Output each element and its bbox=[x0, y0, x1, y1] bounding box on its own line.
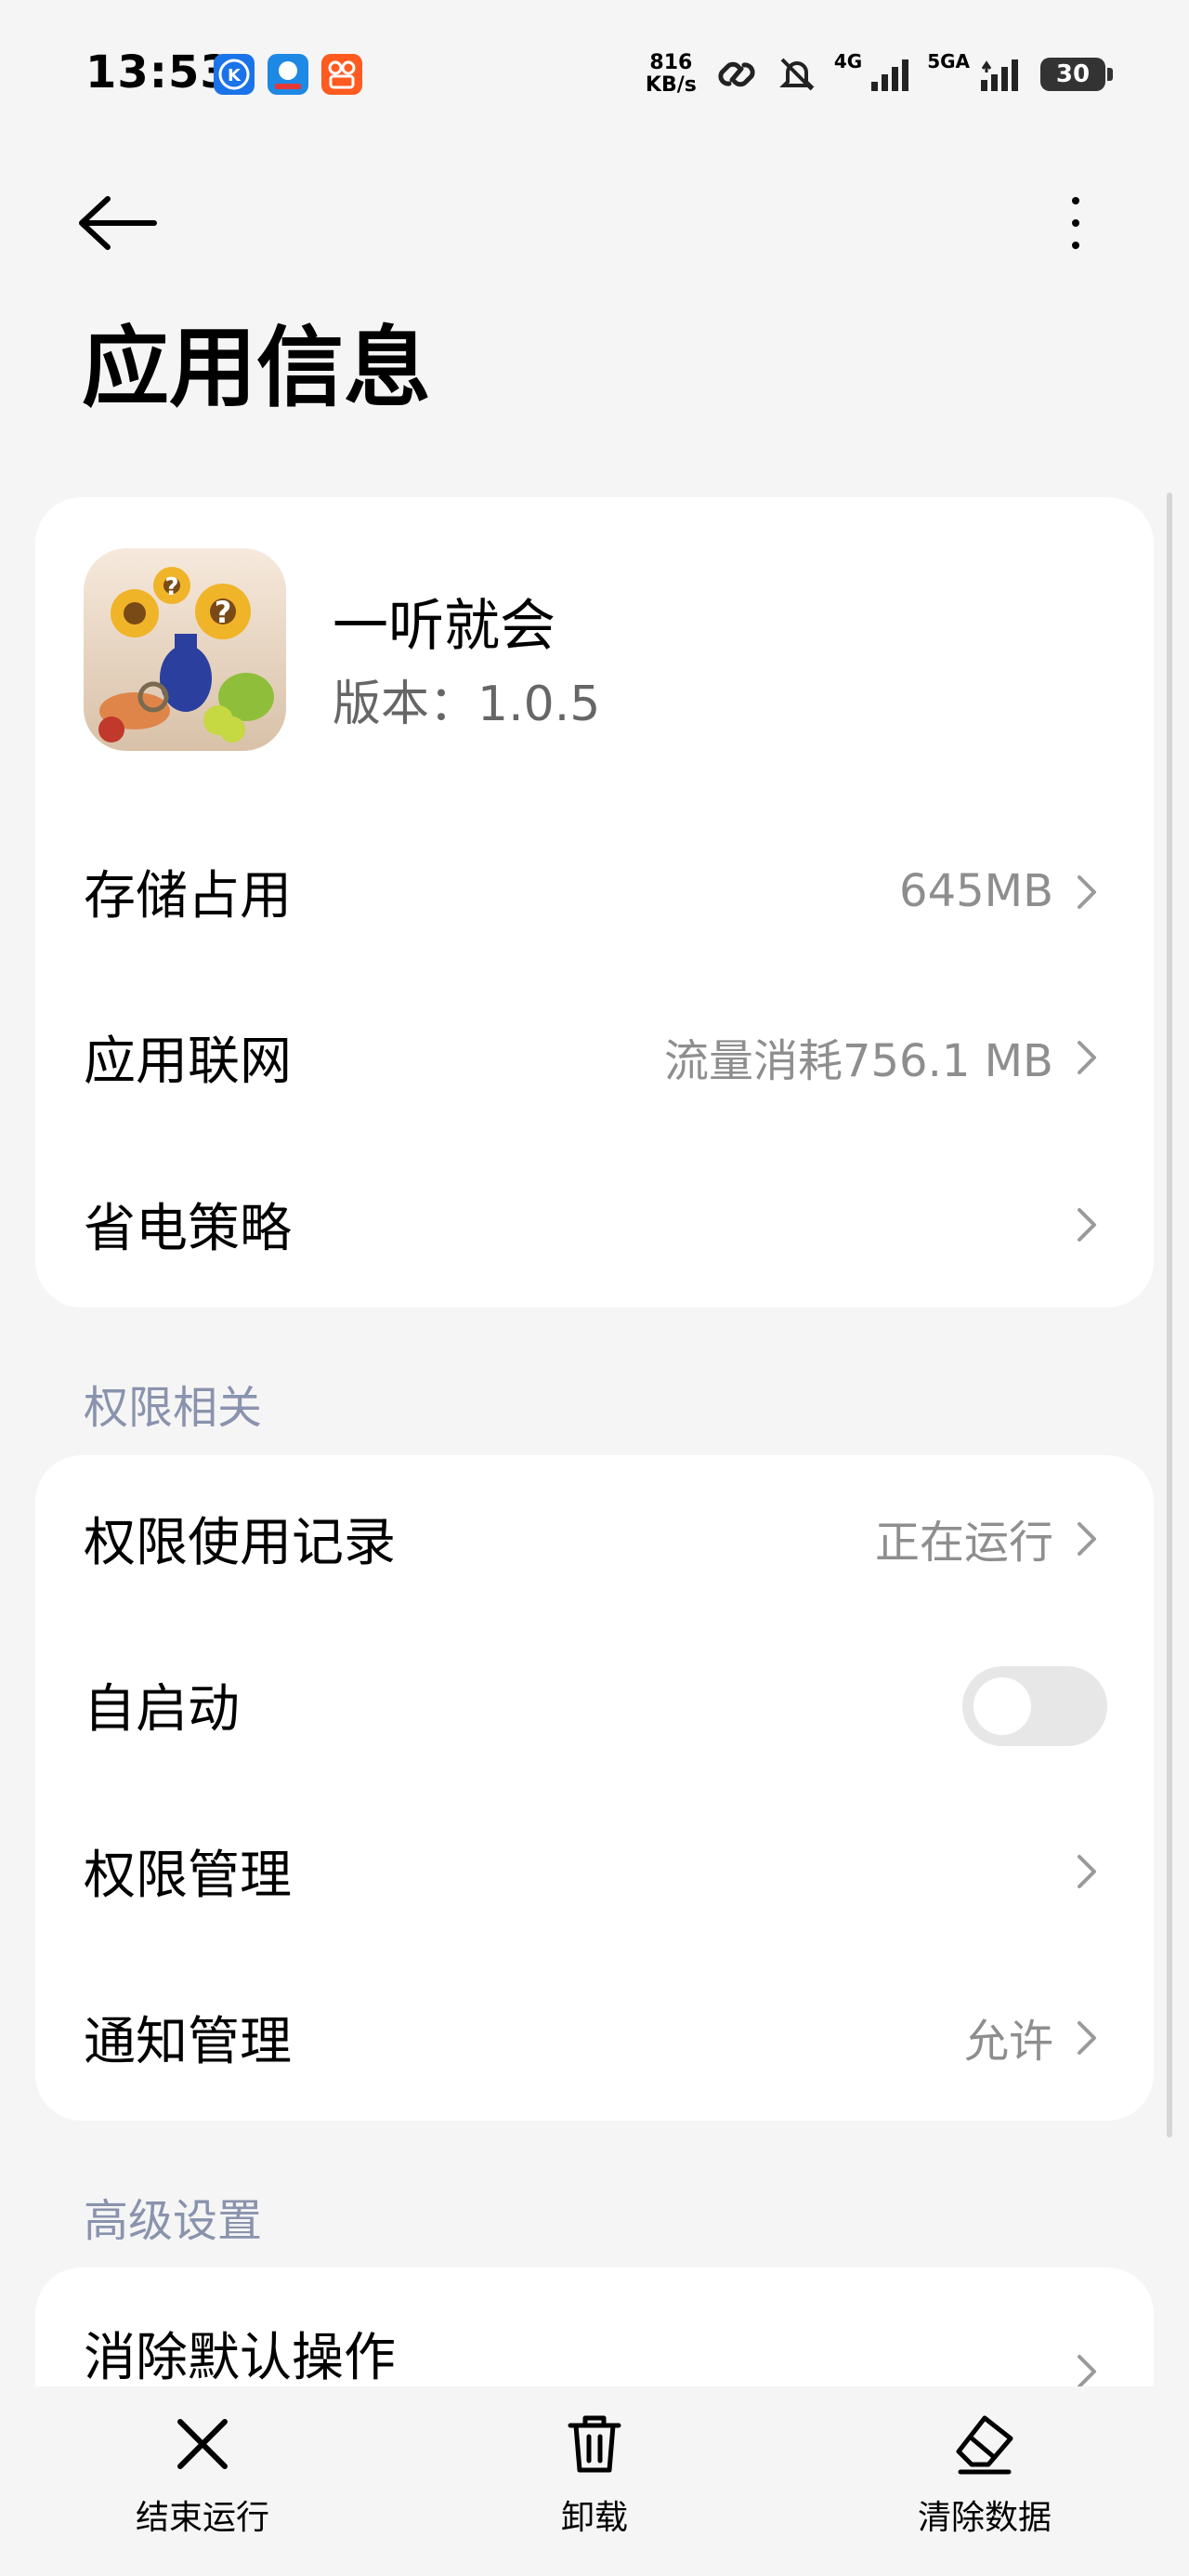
row-label: 省电策略 bbox=[84, 1198, 292, 1259]
auto-start-row: 自启动 bbox=[35, 1622, 1154, 1787]
permission-management-row[interactable]: 权限管理 bbox=[35, 1788, 1154, 1953]
network-speed-value: 816 bbox=[649, 51, 693, 74]
page-title: 应用信息 bbox=[82, 318, 432, 419]
more-dot-icon bbox=[1072, 219, 1079, 227]
notification-management-row[interactable]: 通知管理 允许 bbox=[35, 1954, 1154, 2120]
row-label: 存储占用 bbox=[84, 865, 292, 927]
battery-saver-row[interactable]: 省电策略 bbox=[35, 1141, 1154, 1307]
signal-1-label: 4G bbox=[833, 50, 863, 72]
network-speed-unit: KB/s bbox=[645, 73, 697, 97]
status-time: 13:53 bbox=[85, 46, 232, 99]
status-bar: 13:53 K 816 KB/s 4G 5GA 30 bbox=[0, 0, 1189, 149]
row-label: 通知管理 bbox=[84, 2011, 292, 2072]
uninstall-button[interactable]: 卸载 bbox=[474, 2405, 715, 2554]
chevron-right-icon bbox=[1078, 1208, 1096, 1242]
scrollbar[interactable] bbox=[1167, 493, 1172, 2137]
back-button[interactable] bbox=[74, 186, 163, 260]
chevron-right-icon bbox=[1078, 1855, 1096, 1888]
force-stop-label: 结束运行 bbox=[135, 2499, 269, 2537]
link-icon bbox=[718, 61, 755, 87]
bottom-action-bar: 结束运行 卸载 清除数据 bbox=[0, 2386, 1189, 2576]
clear-data-button[interactable]: 清除数据 bbox=[864, 2405, 1105, 2554]
row-value: 允许 bbox=[963, 2016, 1053, 2068]
section-title-permissions: 权限相关 bbox=[84, 1382, 263, 1434]
app-network-row[interactable]: 应用联网 流量消耗756.1 MB bbox=[35, 974, 1154, 1139]
status-icons: 816 KB/s 4G 5GA 30 bbox=[646, 46, 1113, 102]
notification-app-icon-kuaishou bbox=[321, 54, 362, 95]
row-label: 权限使用记录 bbox=[84, 1512, 396, 1573]
more-dot-icon bbox=[1072, 242, 1079, 249]
clear-data-label: 清除数据 bbox=[917, 2499, 1052, 2537]
app-icon: ? ? bbox=[84, 548, 286, 751]
notification-app-icon-bank bbox=[268, 54, 308, 95]
svg-text:K: K bbox=[228, 66, 242, 85]
app-name: 一听就会 bbox=[333, 594, 555, 659]
eraser-icon bbox=[956, 2415, 1013, 2475]
signal-2-label: 5GA bbox=[927, 50, 970, 72]
battery-icon: 30 bbox=[1040, 58, 1113, 91]
battery-level: 30 bbox=[1055, 60, 1091, 88]
arrow-left-icon bbox=[79, 196, 157, 250]
row-value: 流量消耗756.1 MB bbox=[663, 1035, 1053, 1087]
row-label: 权限管理 bbox=[84, 1845, 292, 1906]
signal-bars-icon bbox=[871, 59, 909, 91]
row-value: 645MB bbox=[899, 865, 1053, 917]
auto-start-toggle[interactable] bbox=[962, 1666, 1107, 1746]
row-label: 应用联网 bbox=[84, 1031, 292, 1092]
trash-icon bbox=[568, 2415, 621, 2473]
chevron-right-icon bbox=[1078, 1522, 1096, 1556]
section-title-advanced: 高级设置 bbox=[84, 2195, 263, 2247]
chevron-right-icon bbox=[1078, 2021, 1096, 2055]
uninstall-label: 卸载 bbox=[560, 2499, 628, 2537]
svg-text:?: ? bbox=[215, 595, 232, 630]
chevron-right-icon bbox=[1078, 875, 1096, 909]
app-version: 版本：1.0.5 bbox=[333, 677, 601, 732]
close-icon bbox=[177, 2419, 228, 2469]
force-stop-button[interactable]: 结束运行 bbox=[82, 2405, 323, 2554]
row-value: 正在运行 bbox=[874, 1517, 1053, 1569]
more-options-button[interactable] bbox=[1048, 186, 1104, 260]
more-dot-icon bbox=[1072, 197, 1079, 204]
storage-usage-row[interactable]: 存储占用 645MB bbox=[35, 808, 1154, 974]
bell-muted-icon bbox=[779, 58, 815, 91]
chevron-right-icon bbox=[1078, 1041, 1096, 1074]
row-label: 消除默认操作 bbox=[84, 2328, 396, 2388]
svg-text:?: ? bbox=[164, 573, 178, 601]
network-speed: 816 KB/s bbox=[646, 52, 697, 97]
row-label: 自启动 bbox=[84, 1678, 240, 1740]
signal-bars-icon-2 bbox=[981, 59, 1018, 91]
notification-app-icon-k: K bbox=[214, 54, 255, 95]
permission-usage-row[interactable]: 权限使用记录 正在运行 bbox=[35, 1455, 1154, 1621]
toggle-knob bbox=[973, 1677, 1031, 1735]
